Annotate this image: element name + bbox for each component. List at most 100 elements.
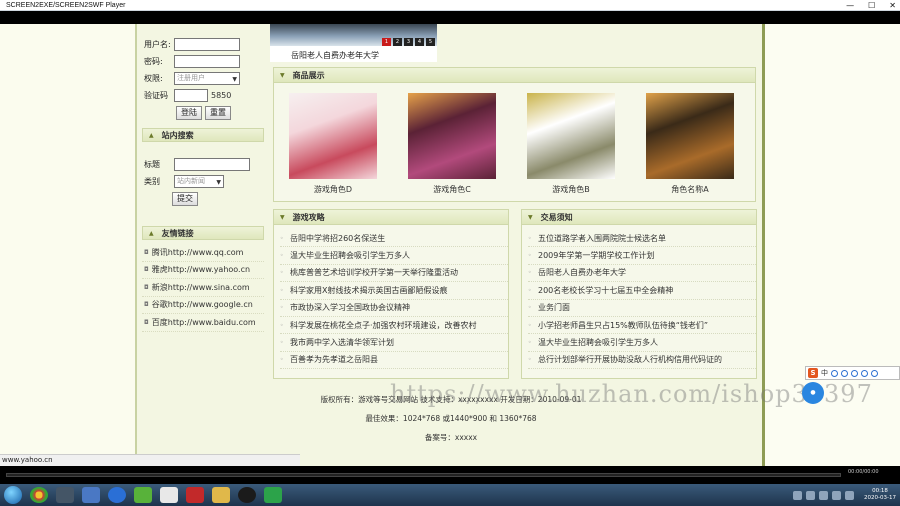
bullet-icon: ◘ xyxy=(144,266,149,274)
product-card[interactable]: 游戏角色B xyxy=(526,93,616,195)
product-image[interactable] xyxy=(408,93,496,179)
chevron-down-icon: ▼ xyxy=(216,179,221,186)
bullet-icon: ◦ xyxy=(528,286,532,294)
voice-icon[interactable] xyxy=(851,369,858,377)
link-item[interactable]: ◘ 雅虎http://www.yahoo.cn xyxy=(142,262,264,279)
bullet-icon: ◦ xyxy=(280,304,284,312)
qq-icon[interactable] xyxy=(238,487,256,503)
window-title: SCREEN2EXE/SCREEN2SWF Player xyxy=(6,1,126,9)
login-button[interactable]: 登陆 xyxy=(176,106,202,120)
news-item[interactable]: ◦ 科学发展在桃花全点子·加强农村环境建设，改善农村 xyxy=(280,317,508,335)
news-slideshow[interactable]: 1 2 3 4 5 岳阳老人自费办老年大学 xyxy=(270,24,437,62)
network-icon[interactable] xyxy=(82,487,100,503)
product-card[interactable]: 角色名称A xyxy=(645,93,735,195)
start-button[interactable] xyxy=(4,486,22,504)
news-item[interactable]: ◦ 我市两中学入选清华领军计划 xyxy=(280,334,508,352)
browser-icon[interactable] xyxy=(108,487,126,503)
system-tray: 00:18 2020-03-17 xyxy=(793,484,896,506)
link-item[interactable]: ◘ 腾讯http://www.qq.com xyxy=(142,244,264,262)
link-item[interactable]: ◘ 百度http://www.baidu.com xyxy=(142,314,264,332)
link-text: 雅虎http://www.yahoo.cn xyxy=(151,265,251,275)
slide-dot[interactable]: 5 xyxy=(426,38,435,46)
product-name[interactable]: 游戏角色C xyxy=(407,184,497,195)
slide-dot[interactable]: 1 xyxy=(382,38,391,46)
password-input[interactable] xyxy=(174,55,240,68)
news-item[interactable]: ◦ 五位道路学者入围两院院士候选名单 xyxy=(528,230,756,248)
bullet-icon: ◦ xyxy=(528,234,532,242)
notepad-icon[interactable] xyxy=(160,487,178,503)
tray-icon[interactable] xyxy=(806,490,816,500)
flash-icon[interactable] xyxy=(186,487,204,503)
emoji-icon[interactable] xyxy=(841,369,848,377)
product-image[interactable] xyxy=(646,93,734,179)
product-card[interactable]: 游戏角色D xyxy=(288,93,378,195)
tray-icon[interactable] xyxy=(832,490,842,500)
chevron-down-icon: ▼ xyxy=(232,76,237,83)
login-panel-header-cropped xyxy=(142,24,264,36)
slideshow-pager: 1 2 3 4 5 xyxy=(382,38,435,46)
product-name[interactable]: 游戏角色B xyxy=(526,184,616,195)
clock[interactable]: 00:18 2020-03-17 xyxy=(864,488,896,502)
news-item-title: 岳阳中学将招260名保送生 xyxy=(290,233,386,243)
keyboard-icon[interactable] xyxy=(861,369,868,377)
close-icon[interactable]: ✕ xyxy=(889,1,896,10)
floating-assistant-icon[interactable]: ● xyxy=(802,382,824,404)
link-item[interactable]: ◘ 谷歌http://www.google.cn xyxy=(142,297,264,314)
news-item[interactable]: ◦ 桃库普普艺术培训学校开学第一天举行隆重活动 xyxy=(280,265,508,283)
bullet-icon: ◘ xyxy=(144,318,149,326)
guides-panel-title: 游戏攻略 xyxy=(292,212,325,222)
news-item[interactable]: ◦ 小学招老师昌生只占15%教师队伍待换“钱老们” xyxy=(528,317,756,335)
page-left-margin xyxy=(0,24,135,466)
category-row: 类别 站内新闻 ▼ xyxy=(142,173,264,190)
product-name[interactable]: 角色名称A xyxy=(645,184,735,195)
news-item[interactable]: ◦ 科学家用X射线技术揭示英国古画鄙陋假设痕 xyxy=(280,282,508,300)
bullet-icon: ◘ xyxy=(144,283,149,291)
tray-icon[interactable] xyxy=(819,490,829,500)
seek-bar[interactable] xyxy=(6,473,841,477)
news-item[interactable]: ◦ 百善孝为先孝道之岳阳县 xyxy=(280,352,508,370)
maximize-icon[interactable]: ☐ xyxy=(868,1,875,10)
username-input[interactable] xyxy=(174,38,240,51)
player-app-icon[interactable] xyxy=(264,487,282,503)
slide-dot[interactable]: 4 xyxy=(415,38,424,46)
submit-button[interactable]: 提交 xyxy=(172,192,198,206)
minimize-icon[interactable]: — xyxy=(846,1,854,10)
keyword-input[interactable] xyxy=(174,158,250,171)
settings-icon[interactable] xyxy=(831,369,838,377)
slideshow-caption[interactable]: 岳阳老人自费办老年大学 xyxy=(270,50,400,61)
role-label: 权限: xyxy=(144,74,163,83)
ime-toolbar[interactable]: S 中 xyxy=(805,366,900,380)
folder-icon[interactable] xyxy=(212,487,230,503)
window-titlebar: SCREEN2EXE/SCREEN2SWF Player — ☐ ✕ xyxy=(0,0,900,11)
news-item[interactable]: ◦ 市政协深入学习全国政协会议精神 xyxy=(280,300,508,317)
media-icon[interactable] xyxy=(56,487,74,503)
code-input[interactable] xyxy=(174,89,208,102)
ime-mode: 中 xyxy=(821,369,828,377)
skin-icon[interactable] xyxy=(871,369,878,377)
role-select[interactable]: 注册用户 ▼ xyxy=(174,72,240,85)
news-item[interactable]: ◦ 200名老校长学习十七届五中全会精神 xyxy=(528,282,756,300)
chrome-icon[interactable] xyxy=(30,487,48,503)
slide-dot[interactable]: 2 xyxy=(393,38,402,46)
reset-button[interactable]: 重置 xyxy=(205,106,231,120)
news-item[interactable]: ◦ 温大毕业生招聘会吸引学生万多人 xyxy=(280,247,508,265)
news-item[interactable]: ◦ 2009年学第一学期学校工作计划 xyxy=(528,247,756,265)
news-item[interactable]: ◦ 业务门面 xyxy=(528,300,756,317)
app-icon[interactable] xyxy=(134,487,152,503)
product-card[interactable]: 游戏角色C xyxy=(407,93,497,195)
slide-dot[interactable]: 3 xyxy=(404,38,413,46)
product-name[interactable]: 游戏角色D xyxy=(288,184,378,195)
news-item[interactable]: ◦ 温大毕业生招聘会吸引学生万多人 xyxy=(528,334,756,352)
product-image[interactable] xyxy=(289,93,377,179)
links-panel-title: 友情链接 xyxy=(161,228,194,238)
news-item[interactable]: ◦ 岳阳中学将招260名保送生 xyxy=(280,230,508,248)
guides-panel: ▼ 游戏攻略 ◦ 岳阳中学将招260名保送生 ◦ 温大毕业生招聘会吸引学生万多人 ◦… xyxy=(273,209,509,379)
news-item[interactable]: ◦ 岳阳老人自费办老年大学 xyxy=(528,265,756,283)
product-image[interactable] xyxy=(527,93,615,179)
link-item[interactable]: ◘ 新浪http://www.sina.com xyxy=(142,279,264,297)
news-item[interactable]: ◦ 总行计划部举行开展协助没敌人行机构信用代码证的 xyxy=(528,352,756,370)
triangle-down-icon: ▼ xyxy=(528,213,533,221)
category-select[interactable]: 站内新闻 ▼ xyxy=(174,175,224,188)
tray-icon[interactable] xyxy=(793,490,803,500)
volume-icon[interactable] xyxy=(845,490,855,500)
